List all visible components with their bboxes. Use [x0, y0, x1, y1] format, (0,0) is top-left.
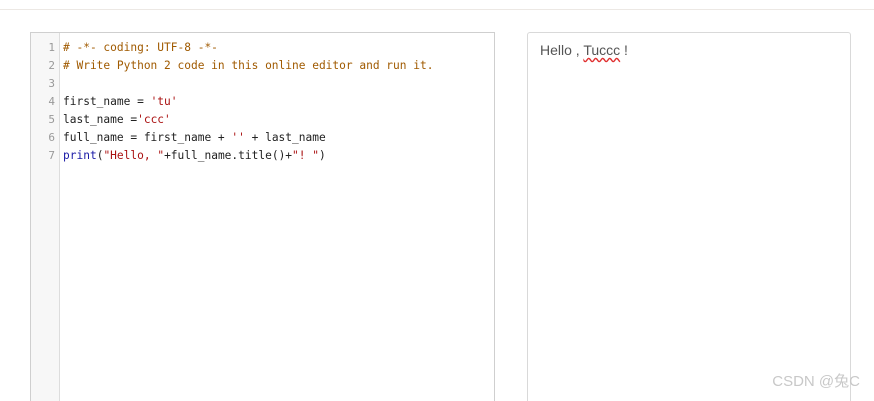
output-name: Tuccc [583, 42, 621, 58]
code-token-comment: # -*- coding: UTF-8 -*- [63, 41, 218, 54]
line-number: 5 [48, 113, 55, 126]
code-line: print("Hello, "+full_name.title()+"! ") [63, 147, 494, 165]
line-number: 4 [48, 95, 55, 108]
line-number: 3 [48, 77, 55, 90]
line-number: 1 [48, 41, 55, 54]
code-token-plain: +full_name.title()+ [164, 149, 293, 162]
output-prefix: Hello , [540, 42, 584, 58]
line-number: 7 [48, 149, 55, 162]
code-token-keyword: print [63, 149, 97, 162]
output-suffix: ! [620, 42, 628, 58]
line-number: 2 [48, 59, 55, 72]
code-token-string: "! " [292, 149, 319, 162]
code-token-string: '' [231, 131, 245, 144]
code-token-plain: first_name = [63, 95, 151, 108]
output-text: Hello , Tuccc ! [540, 41, 838, 59]
code-line: # Write Python 2 code in this online edi… [63, 57, 494, 75]
line-number-gutter: 1 2 3 4 5 6 7 [31, 33, 60, 401]
code-token-comment: # Write Python 2 code in this online edi… [63, 59, 434, 72]
output-panel: Hello , Tuccc ! [527, 32, 851, 401]
code-token-plain: last_name = [63, 113, 138, 126]
code-token-plain: + last_name [244, 131, 326, 144]
code-token-string: "Hello, " [103, 149, 165, 162]
code-line: first_name = 'tu' [63, 93, 494, 111]
code-token-plain: ) [319, 149, 326, 162]
top-divider [0, 9, 874, 10]
code-line: last_name ='ccc' [63, 111, 494, 129]
code-line: full_name = first_name + '' + last_name [63, 129, 494, 147]
code-editor[interactable]: 1 2 3 4 5 6 7 # -*- coding: UTF-8 -*- # Write P… [30, 32, 495, 401]
watermark: CSDN @兔C [772, 373, 860, 390]
code-area[interactable]: # -*- coding: UTF-8 -*- # Write Python 2 … [60, 33, 494, 401]
code-token-string: 'ccc' [137, 113, 171, 126]
page: 1 2 3 4 5 6 7 # -*- coding: UTF-8 -*- # Write P… [0, 0, 874, 401]
code-token-plain: full_name = first_name + [63, 131, 232, 144]
code-line: # -*- coding: UTF-8 -*- [63, 39, 494, 57]
line-number: 6 [48, 131, 55, 144]
code-token-string: 'tu' [150, 95, 178, 108]
